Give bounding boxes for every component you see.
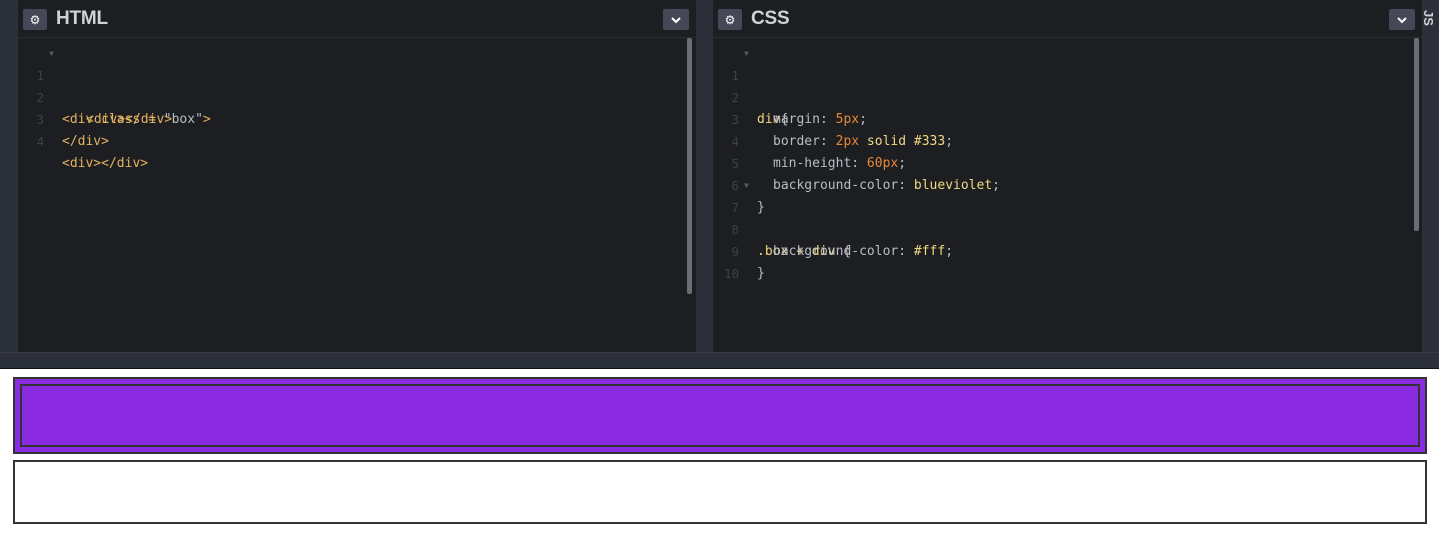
preview-sibling-div bbox=[13, 460, 1427, 524]
css-panel-title: CSS bbox=[751, 8, 790, 29]
code-line: 9 } bbox=[713, 219, 1410, 281]
code-line: 2 <div></div> bbox=[18, 65, 684, 127]
css-panel-header: ⚙ CSS bbox=[713, 0, 1422, 38]
code-line: 10 bbox=[713, 241, 1410, 281]
css-scrollbar[interactable] bbox=[1414, 38, 1419, 231]
code-line: 5 background-color: blueviolet; bbox=[713, 131, 1410, 193]
left-resize-strip[interactable] bbox=[0, 0, 18, 352]
preview-inner-div bbox=[20, 384, 1420, 447]
html-settings-button[interactable]: ⚙ bbox=[23, 9, 47, 30]
result-preview bbox=[0, 369, 1439, 541]
code-line: 1 ▼ <div class = "box"> bbox=[18, 43, 684, 127]
code-line: 7 ▼ .box + div { bbox=[713, 175, 1410, 259]
css-settings-button[interactable]: ⚙ bbox=[718, 9, 742, 30]
css-code-editor[interactable]: 1 ▼ div{ 2 margin: 5px; 3 border: 2px so… bbox=[713, 43, 1410, 281]
fold-arrow-icon[interactable]: ▼ bbox=[49, 43, 54, 65]
chevron-down-icon bbox=[671, 16, 681, 23]
html-collapse-button[interactable] bbox=[663, 9, 689, 30]
code-line: 3 border: 2px solid #333; bbox=[713, 87, 1410, 149]
html-scrollbar[interactable] bbox=[687, 38, 692, 294]
code-line: 6 } bbox=[713, 153, 1410, 215]
preview-box-div bbox=[13, 377, 1427, 454]
gear-icon: ⚙ bbox=[724, 12, 736, 27]
css-collapse-button[interactable] bbox=[1389, 9, 1415, 30]
html-code-editor[interactable]: 1 ▼ <div class = "box"> 2 <div></div> 3 … bbox=[18, 43, 684, 171]
line-number: 10 bbox=[723, 266, 739, 281]
css-panel: ⚙ CSS 1 ▼ div{ 2 margin: 5px; 3 border: … bbox=[713, 0, 1422, 352]
fold-arrow-icon[interactable]: ▼ bbox=[744, 175, 749, 197]
html-panel-title: HTML bbox=[56, 8, 108, 29]
html-panel-header: ⚙ HTML bbox=[18, 0, 696, 38]
code-line: 2 margin: 5px; bbox=[713, 65, 1410, 127]
gear-icon: ⚙ bbox=[29, 12, 41, 27]
code-line: 3 </div> bbox=[18, 87, 684, 149]
line-number: 4 bbox=[36, 134, 44, 149]
preview-resize-bar[interactable] bbox=[0, 352, 1439, 369]
code-line: 4 min-height: 60px; bbox=[713, 109, 1410, 171]
editor-area: ⚙ HTML 1 ▼ <div class = "box"> 2 <div></… bbox=[0, 0, 1439, 352]
code-token: <div></div> bbox=[62, 156, 149, 171]
code-line: 1 ▼ div{ bbox=[713, 43, 1410, 127]
code-line: 4 <div></div> bbox=[18, 109, 684, 171]
fold-arrow-icon[interactable]: ▼ bbox=[744, 43, 749, 65]
code-line: 8 background-color: #fff; bbox=[713, 197, 1410, 259]
chevron-down-icon bbox=[1397, 16, 1407, 23]
middle-resize-strip[interactable] bbox=[696, 0, 713, 352]
js-panel-collapsed[interactable] bbox=[1422, 0, 1439, 352]
js-panel-title[interactable]: JS bbox=[1421, 10, 1436, 26]
html-panel: ⚙ HTML 1 ▼ <div class = "box"> 2 <div></… bbox=[18, 0, 696, 352]
